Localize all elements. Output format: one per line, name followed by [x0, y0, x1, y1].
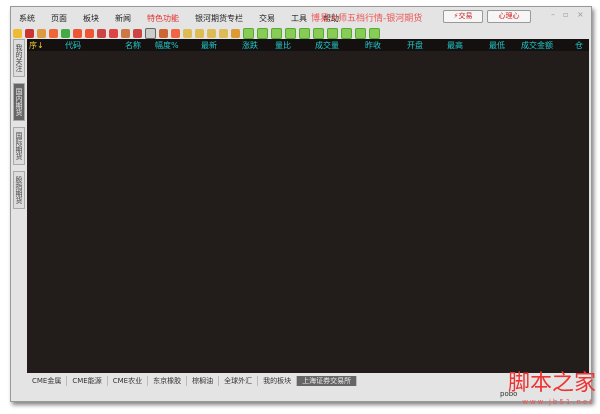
maximize-button[interactable]: ▫ — [563, 10, 568, 19]
info-icon[interactable] — [195, 28, 204, 38]
col-index[interactable]: 序↓ — [29, 40, 44, 51]
col-prev-close[interactable]: 昨收 — [365, 40, 381, 51]
window-title: 博易大师五档行情-银河期货 — [311, 14, 423, 24]
period-1-button[interactable] — [243, 27, 254, 39]
refresh-icon[interactable] — [61, 28, 70, 38]
tab-tokyo-rubber[interactable]: 东京橡胶 — [148, 376, 188, 386]
app-window: 系统 页面 板块 新闻 特色功能 银河期货专栏 交易 工具 帮助 博易大师五档行… — [10, 6, 592, 402]
col-change[interactable]: 涨跌 — [242, 40, 258, 51]
watermark-logo: 脚本之家 — [507, 371, 596, 396]
col-last[interactable]: 最新 — [201, 40, 217, 51]
col-volume[interactable]: 成交量 — [315, 40, 339, 51]
zoom-in-icon[interactable] — [73, 28, 82, 38]
back-icon[interactable] — [13, 28, 22, 38]
side-tab-domestic[interactable]: 国内期货 — [13, 83, 25, 121]
col-low[interactable]: 最低 — [489, 40, 505, 51]
tab-cme-agri[interactable]: CME农业 — [108, 376, 149, 386]
table-icon[interactable] — [145, 27, 156, 39]
period-10-button[interactable] — [285, 27, 296, 39]
cross-icon[interactable] — [231, 28, 240, 38]
side-tabs: 我的关注 国内期货 国际期货 股指期货 — [13, 39, 25, 215]
menu-page[interactable]: 页面 — [51, 13, 67, 24]
tab-my-sector[interactable]: 我的板块 — [258, 376, 298, 386]
bar-icon[interactable] — [207, 28, 216, 38]
list-icon[interactable] — [49, 28, 58, 38]
market-tabs: CME金属 CME能源 CME农业 东京橡胶 棕榈油 全球外汇 我的板块 上海证… — [27, 375, 358, 387]
tab-palm-oil[interactable]: 棕榈油 — [187, 376, 220, 386]
col-code[interactable]: 代码 — [65, 40, 81, 51]
pen-icon[interactable] — [109, 28, 118, 38]
tab-forex[interactable]: 全球外汇 — [219, 376, 259, 386]
window-icon[interactable] — [97, 28, 106, 38]
period-week-button[interactable] — [355, 27, 366, 39]
tick-icon[interactable] — [171, 28, 180, 38]
psychology-button[interactable]: 心理心 — [487, 10, 531, 23]
menu-tools[interactable]: 工具 — [291, 13, 307, 24]
tab-cme-energy[interactable]: CME能源 — [67, 376, 108, 386]
period-60-button[interactable] — [327, 27, 338, 39]
side-tab-watch[interactable]: 我的关注 — [13, 39, 25, 77]
col-high[interactable]: 最高 — [447, 40, 463, 51]
filter-icon[interactable] — [133, 28, 142, 38]
col-name[interactable]: 名称 — [125, 40, 141, 51]
period-30-button[interactable] — [313, 27, 324, 39]
draw-icon[interactable] — [121, 28, 130, 38]
period-month-button[interactable] — [369, 27, 380, 39]
col-volume-ratio[interactable]: 量比 — [275, 40, 291, 51]
period-icon[interactable] — [219, 28, 228, 38]
zoom-out-icon[interactable] — [85, 28, 94, 38]
menu-news[interactable]: 新闻 — [115, 13, 131, 24]
watermark-url: www.jb51.net — [522, 398, 594, 406]
col-change-pct[interactable]: 幅度% — [155, 40, 179, 51]
period-day-button[interactable] — [341, 27, 352, 39]
f10-icon[interactable] — [183, 28, 192, 38]
toolbar — [13, 26, 380, 40]
menu-sector[interactable]: 板块 — [83, 13, 99, 24]
period-15-button[interactable] — [299, 27, 310, 39]
trade-button[interactable]: ⚡交易 — [443, 10, 483, 23]
side-tab-index[interactable]: 股指期货 — [13, 171, 25, 209]
menu-features[interactable]: 特色功能 — [147, 13, 179, 24]
period-3-button[interactable] — [257, 27, 268, 39]
quote-table-body[interactable] — [27, 51, 589, 373]
col-open[interactable]: 开盘 — [407, 40, 423, 51]
menu-system[interactable]: 系统 — [19, 13, 35, 24]
sector-icon[interactable] — [37, 28, 46, 38]
menu-trade[interactable]: 交易 — [259, 13, 275, 24]
close-button[interactable]: × — [577, 10, 584, 19]
col-turnover[interactable]: 成交金额 — [521, 40, 553, 51]
home-icon[interactable] — [25, 28, 34, 38]
period-5-button[interactable] — [271, 27, 282, 39]
minimize-button[interactable]: – — [551, 10, 555, 19]
menu-column[interactable]: 银河期货专栏 — [195, 13, 243, 24]
quote-table-header: 序↓ 代码 名称 幅度% 最新 涨跌 量比 成交量 昨收 开盘 最高 最低 成交… — [27, 39, 589, 61]
tab-cme-metals[interactable]: CME金属 — [27, 376, 68, 386]
tab-sse[interactable]: 上海证券交易所 — [297, 376, 358, 386]
side-tab-international[interactable]: 国际期货 — [13, 127, 25, 165]
chart-icon[interactable] — [159, 28, 168, 38]
